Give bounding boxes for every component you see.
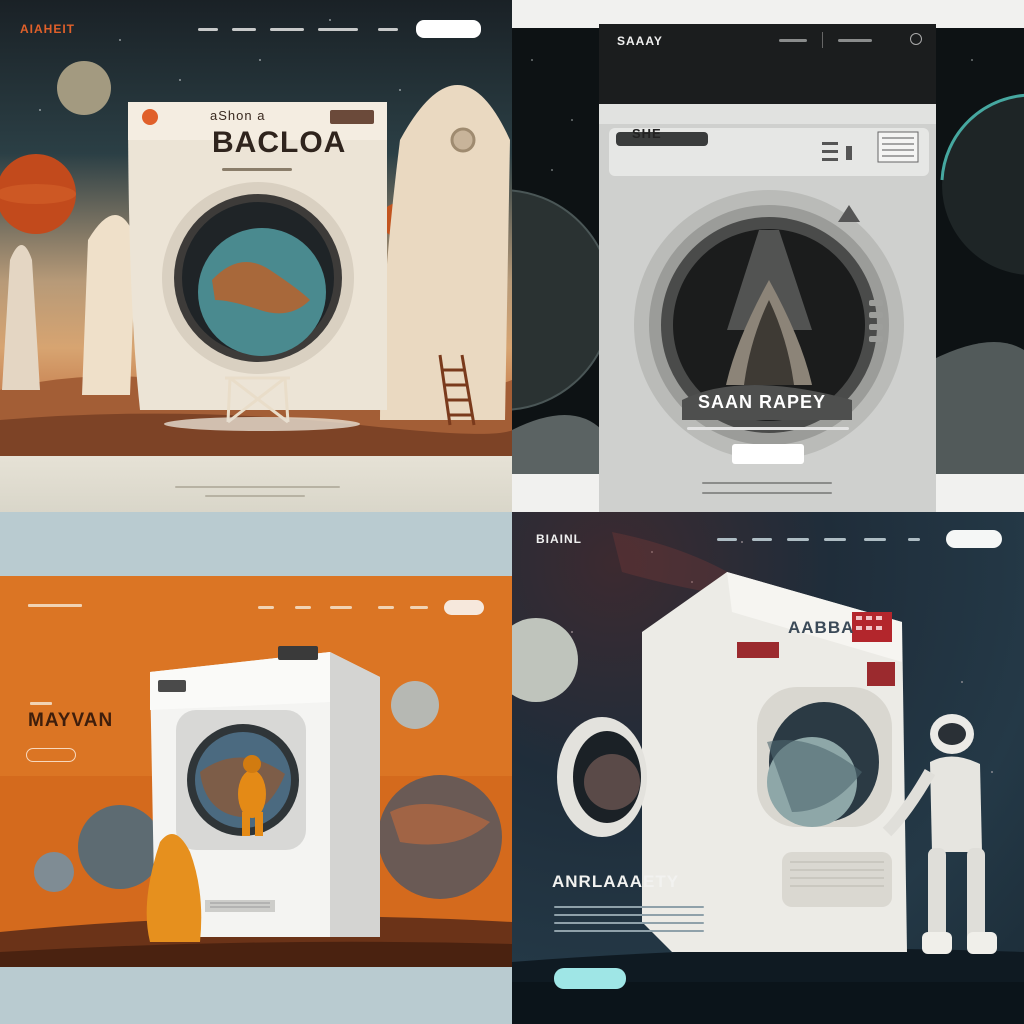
hero-title: SAAN RAPEY — [698, 392, 827, 412]
nav-cta-button[interactable] — [444, 600, 484, 615]
rocket-left-1 — [2, 245, 40, 390]
machine-small-text: aShon a — [210, 108, 266, 123]
panel-space-laundry-astronaut: BIAINL AABBA ANRLAAAETY — [512, 512, 1024, 1024]
brand-logo[interactable]: AIAHEIT — [20, 22, 75, 36]
machine-title: AABBA — [788, 618, 855, 637]
nav-link-6[interactable] — [908, 538, 920, 541]
planet-beige — [57, 61, 111, 115]
hero-text-line-1 — [554, 906, 704, 908]
nav-link-1[interactable] — [198, 28, 218, 31]
nav-link-4[interactable] — [318, 28, 358, 31]
footer-text-line-2 — [205, 495, 305, 497]
hero-text-line-4 — [554, 930, 704, 932]
astronaut — [238, 770, 266, 818]
brand-logo[interactable]: BIAINL — [536, 532, 582, 546]
hero-title: MAYVAN — [28, 710, 114, 731]
nav-link-4[interactable] — [378, 606, 394, 609]
nav-link-1[interactable] — [717, 538, 737, 541]
hero-cta-button[interactable] — [554, 968, 626, 989]
hero-cta-button[interactable] — [732, 444, 804, 464]
planet-top-right — [391, 681, 439, 729]
panel-space-laundry-orange: MAYVAN — [0, 512, 512, 1024]
rocket-left-2 — [82, 215, 136, 395]
panel1-artwork — [0, 19, 512, 456]
brand-logo[interactable]: SAAAY — [617, 34, 663, 48]
footer-text-line-2 — [702, 492, 832, 494]
panel4-artwork — [512, 532, 1024, 1024]
nav-link-2[interactable] — [295, 606, 311, 609]
nav-link-2[interactable] — [838, 39, 872, 42]
machine-title: BACLOA — [212, 126, 347, 159]
brand-logo[interactable] — [28, 604, 82, 607]
panel-space-laundry-dark: SAAAY SHE SAAN RAPEY — [512, 0, 1024, 512]
nav-link-3[interactable] — [270, 28, 304, 31]
nav-link-5[interactable] — [864, 538, 886, 541]
hero-subtitle — [687, 427, 849, 430]
nav-link-2[interactable] — [752, 538, 772, 541]
machine-label: SHE — [632, 126, 662, 141]
panel3-artwork — [0, 576, 512, 967]
nav-link-3[interactable] — [330, 606, 352, 609]
nav-cta-button[interactable] — [416, 20, 481, 38]
machine-subtitle — [222, 168, 292, 171]
nav-link-4[interactable] — [824, 538, 846, 541]
hero-cta-button[interactable] — [26, 748, 76, 762]
planet-left — [512, 618, 578, 702]
search-icon[interactable] — [910, 33, 922, 45]
hero-title: ANRLAAAETY — [552, 872, 680, 891]
hero-eyebrow — [30, 702, 52, 705]
landing-page-card — [599, 24, 936, 512]
footer-text-line-1 — [175, 486, 340, 488]
planet-small-left — [34, 852, 74, 892]
planet-left — [78, 805, 162, 889]
footer-text-line-1 — [702, 482, 832, 484]
nav-link-2[interactable] — [232, 28, 256, 31]
nav-cta-button[interactable] — [946, 530, 1002, 548]
nav-link-5[interactable] — [410, 606, 428, 609]
nav-link-3[interactable] — [787, 538, 809, 541]
hero-text-line-3 — [554, 922, 704, 924]
hero-text-line-2 — [554, 914, 704, 916]
nav-link-5[interactable] — [378, 28, 398, 31]
panel-space-laundry-desert: AIAHEIT aShon a BACLOA — [0, 0, 512, 512]
nav-link-1[interactable] — [779, 39, 807, 42]
nav-link-1[interactable] — [258, 606, 274, 609]
nav-divider — [822, 32, 823, 48]
